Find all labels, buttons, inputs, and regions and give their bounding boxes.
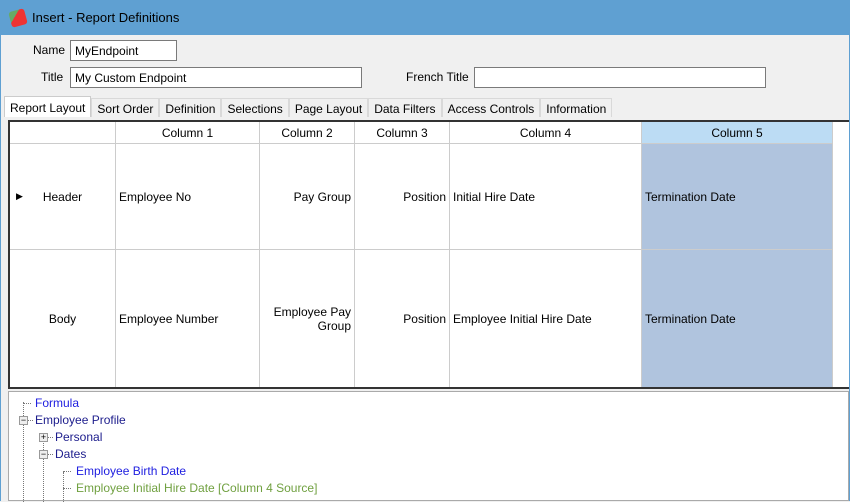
- collapse-icon[interactable]: −: [39, 450, 48, 459]
- grid-cell[interactable]: Employee Pay Group: [260, 250, 355, 387]
- french-title-input[interactable]: [474, 67, 766, 88]
- title-label: Title: [41, 70, 64, 84]
- app-icon: [8, 7, 28, 28]
- column-header-selected[interactable]: Column 5: [642, 122, 833, 144]
- tree-node-employee-birth-date[interactable]: Employee Birth Date: [76, 464, 186, 478]
- title-input[interactable]: [70, 67, 362, 88]
- name-label: Name: [33, 43, 66, 57]
- row-label: Header: [42, 189, 83, 204]
- grid-cell-selected[interactable]: Termination Date: [642, 250, 833, 387]
- grid-cell[interactable]: Employee No: [116, 144, 260, 250]
- grid-cell[interactable]: Position: [355, 250, 450, 387]
- tab-access-controls[interactable]: Access Controls: [441, 98, 541, 117]
- tab-bar: Report Layout Sort Order Definition Sele…: [4, 96, 613, 117]
- current-row-arrow-icon: ▶: [16, 191, 23, 201]
- column-header[interactable]: Column 2: [260, 122, 355, 144]
- row-header[interactable]: Body: [10, 250, 116, 387]
- grid-cell[interactable]: Employee Number: [116, 250, 260, 387]
- tab-selections[interactable]: Selections: [221, 98, 289, 117]
- tab-definition[interactable]: Definition: [159, 98, 222, 117]
- row-header[interactable]: ▶ Header: [10, 144, 116, 250]
- collapse-icon[interactable]: −: [19, 416, 28, 425]
- field-tree: Formula − Employee Profile + Personal − …: [8, 391, 849, 502]
- grid-cell[interactable]: Pay Group: [260, 144, 355, 250]
- title-bar: Insert - Report Definitions: [0, 0, 850, 35]
- tree-node-employee-profile[interactable]: Employee Profile: [35, 413, 126, 427]
- tab-sort-order[interactable]: Sort Order: [91, 98, 160, 117]
- name-input[interactable]: [70, 40, 177, 61]
- tree-node-personal[interactable]: Personal: [55, 430, 102, 444]
- tree-node-employee-initial-hire-date[interactable]: Employee Initial Hire Date [Column 4 Sou…: [76, 481, 317, 495]
- grid-cell[interactable]: Position: [355, 144, 450, 250]
- tab-data-filters[interactable]: Data Filters: [368, 98, 442, 117]
- grid-cell-selected[interactable]: Termination Date: [642, 144, 833, 250]
- tab-page-layout[interactable]: Page Layout: [288, 98, 369, 117]
- report-layout-grid: Column 1 Column 2 Column 3 Column 4 Colu…: [8, 120, 849, 389]
- column-header[interactable]: Column 4: [450, 122, 642, 144]
- column-header[interactable]: Column 1: [116, 122, 260, 144]
- corner-cell: [10, 122, 116, 144]
- grid-cell[interactable]: Initial Hire Date: [450, 144, 642, 250]
- tree-node-formula[interactable]: Formula: [35, 396, 79, 410]
- tab-report-layout[interactable]: Report Layout: [4, 96, 92, 117]
- grid-cell[interactable]: Employee Initial Hire Date: [450, 250, 642, 387]
- tree-node-dates[interactable]: Dates: [55, 447, 86, 461]
- expand-icon[interactable]: +: [39, 433, 48, 442]
- tab-information[interactable]: Information: [540, 98, 613, 117]
- french-title-label: French Title: [406, 70, 469, 84]
- window-title: Insert - Report Definitions: [32, 10, 180, 25]
- column-header[interactable]: Column 3: [355, 122, 450, 144]
